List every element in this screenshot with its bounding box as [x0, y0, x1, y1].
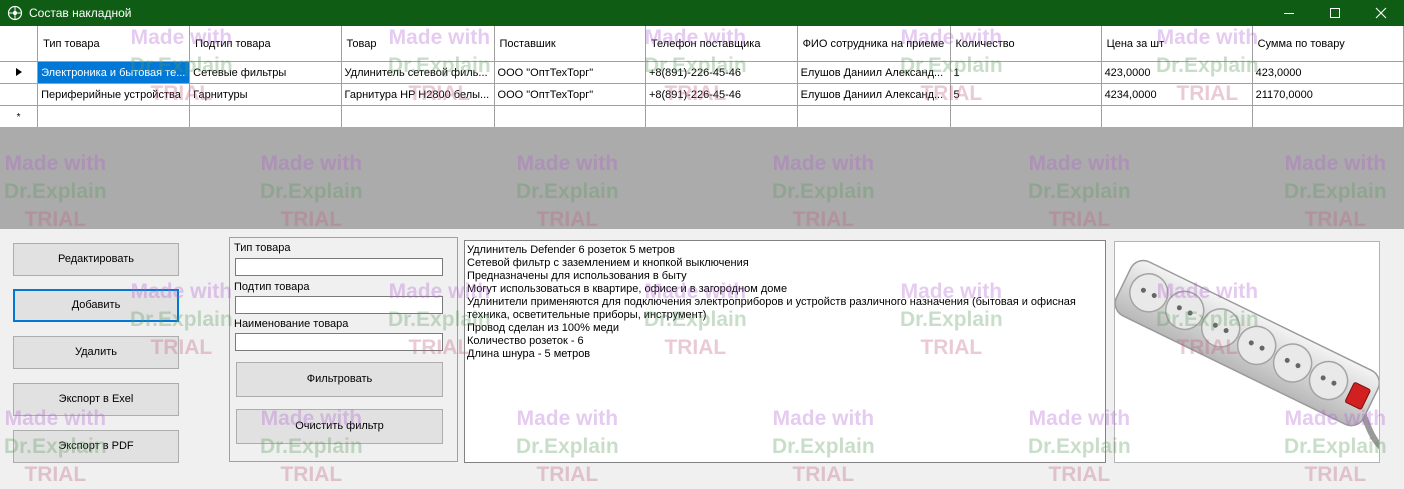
watermark-text: TRIAL — [280, 463, 343, 486]
table-cell[interactable]: +8(891)-226-45-46 — [645, 83, 798, 106]
table-cell[interactable]: Периферийные устройства — [37, 83, 191, 106]
column-header[interactable]: Поставшик — [494, 26, 646, 62]
new-row-indicator[interactable]: * — [0, 105, 39, 128]
table-cell[interactable] — [645, 105, 798, 128]
row-header-corner — [0, 26, 39, 62]
delete-button[interactable]: Удалить — [13, 336, 179, 369]
table-cell[interactable] — [1252, 105, 1404, 128]
table-cell[interactable]: Сетевые фильтры — [189, 61, 342, 84]
minimize-icon — [1284, 13, 1294, 14]
column-header[interactable]: Сумма по товару — [1252, 26, 1404, 62]
asterisk-icon: * — [16, 111, 21, 123]
type-label: Тип товара — [234, 242, 291, 254]
name-label: Наименование товара — [234, 318, 349, 330]
maximize-icon — [1330, 8, 1340, 18]
minimize-button[interactable] — [1266, 0, 1312, 26]
add-button[interactable]: Добавить — [13, 289, 179, 322]
table-cell[interactable]: ООО "ОптТехТорг" — [494, 83, 646, 106]
edit-button[interactable]: Редактировать — [13, 243, 179, 276]
close-icon — [1375, 7, 1387, 19]
table-cell[interactable] — [341, 105, 495, 128]
title-bar: Состав накладной — [0, 0, 1404, 26]
column-header[interactable]: Цена за шт — [1101, 26, 1253, 62]
table-cell[interactable]: 1 — [950, 61, 1102, 84]
table-cell[interactable]: 4234,0000 — [1101, 83, 1253, 106]
table-cell[interactable] — [797, 105, 951, 128]
subtype-input[interactable] — [235, 296, 443, 314]
table-cell[interactable]: Гарнитуры — [189, 83, 342, 106]
export-excel-button[interactable]: Экспорт в Exel — [13, 383, 179, 416]
clear-filter-button[interactable]: Очистить фильтр — [236, 409, 443, 444]
window-title: Состав накладной — [29, 6, 132, 20]
column-header[interactable]: Товар — [341, 26, 495, 62]
table-cell[interactable] — [950, 105, 1102, 128]
description-line: Длина шнура - 5 метров — [467, 348, 591, 360]
description-line: Предназначены для использования в быту — [467, 270, 687, 282]
new-row[interactable]: * — [0, 105, 1404, 128]
column-header[interactable]: Тип товара — [37, 26, 191, 62]
table-cell[interactable]: 423,0000 — [1101, 61, 1253, 84]
watermark-text: TRIAL — [24, 463, 87, 486]
filter-button[interactable]: Фильтровать — [236, 362, 443, 397]
table-row[interactable]: Периферийные устройства Гарнитуры Гарнит… — [0, 83, 1404, 106]
table-row[interactable]: Электроника и бытовая те... Сетевые филь… — [0, 61, 1404, 84]
export-pdf-button[interactable]: Экспорт в PDF — [13, 430, 179, 463]
table-cell[interactable]: Электроника и бытовая те... — [37, 61, 191, 84]
table-cell[interactable]: Елушов Даниил Александ... — [797, 83, 951, 106]
column-header[interactable]: Подтип товара — [189, 26, 342, 62]
table-cell[interactable]: +8(891)-226-45-46 — [645, 61, 798, 84]
power-strip-icon — [1115, 259, 1379, 450]
maximize-button[interactable] — [1312, 0, 1358, 26]
data-grid[interactable]: Тип товара Подтип товара Товар Поставшик… — [0, 26, 1404, 128]
watermark-text: TRIAL — [1304, 463, 1367, 486]
description-line: Могут использоваться в квартире, офисе и… — [467, 283, 788, 295]
table-cell[interactable]: Удлинитель сетевой филь... — [341, 61, 495, 84]
watermark-text: TRIAL — [1048, 463, 1111, 486]
name-input[interactable] — [235, 333, 443, 351]
table-cell[interactable]: Гарнитура HP H2800 белы... — [341, 83, 495, 106]
row-arrow-icon — [15, 67, 22, 76]
watermark-text: TRIAL — [792, 463, 855, 486]
description-line: Сетевой фильтр с заземлением и кнопкой в… — [467, 257, 749, 269]
table-cell[interactable] — [37, 105, 191, 128]
type-input[interactable] — [235, 258, 443, 276]
column-header[interactable]: Количество — [950, 26, 1102, 62]
table-cell[interactable] — [1101, 105, 1253, 128]
app-icon — [7, 5, 23, 21]
description-line: Удлинитель Defender 6 розеток 5 метров — [467, 244, 675, 256]
description-line: Удлинители применяются для подключения э… — [467, 296, 1076, 321]
table-cell[interactable]: 21170,0000 — [1252, 83, 1404, 106]
table-cell[interactable]: Елушов Даниил Александ... — [797, 61, 951, 84]
table-cell[interactable]: 423,0000 — [1252, 61, 1404, 84]
table-cell[interactable]: ООО "ОптТехТорг" — [494, 61, 646, 84]
column-header[interactable]: ФИО сотрудника на приеме — [797, 26, 951, 62]
description-textbox[interactable]: Удлинитель Defender 6 розеток 5 метров С… — [464, 240, 1106, 463]
grid-empty-area — [0, 127, 1404, 229]
description-line: Количество розеток - 6 — [467, 335, 584, 347]
table-cell[interactable] — [494, 105, 646, 128]
table-cell[interactable]: 5 — [950, 83, 1102, 106]
product-image — [1114, 241, 1380, 463]
watermark-text: TRIAL — [536, 463, 599, 486]
table-cell[interactable] — [189, 105, 342, 128]
close-button[interactable] — [1358, 0, 1404, 26]
description-line: Провод сделан из 100% меди — [467, 322, 619, 334]
subtype-label: Подтип товара — [234, 281, 310, 293]
row-header[interactable] — [0, 83, 39, 106]
column-header[interactable]: Телефон поставщика — [645, 26, 798, 62]
current-row-indicator[interactable] — [0, 61, 39, 84]
